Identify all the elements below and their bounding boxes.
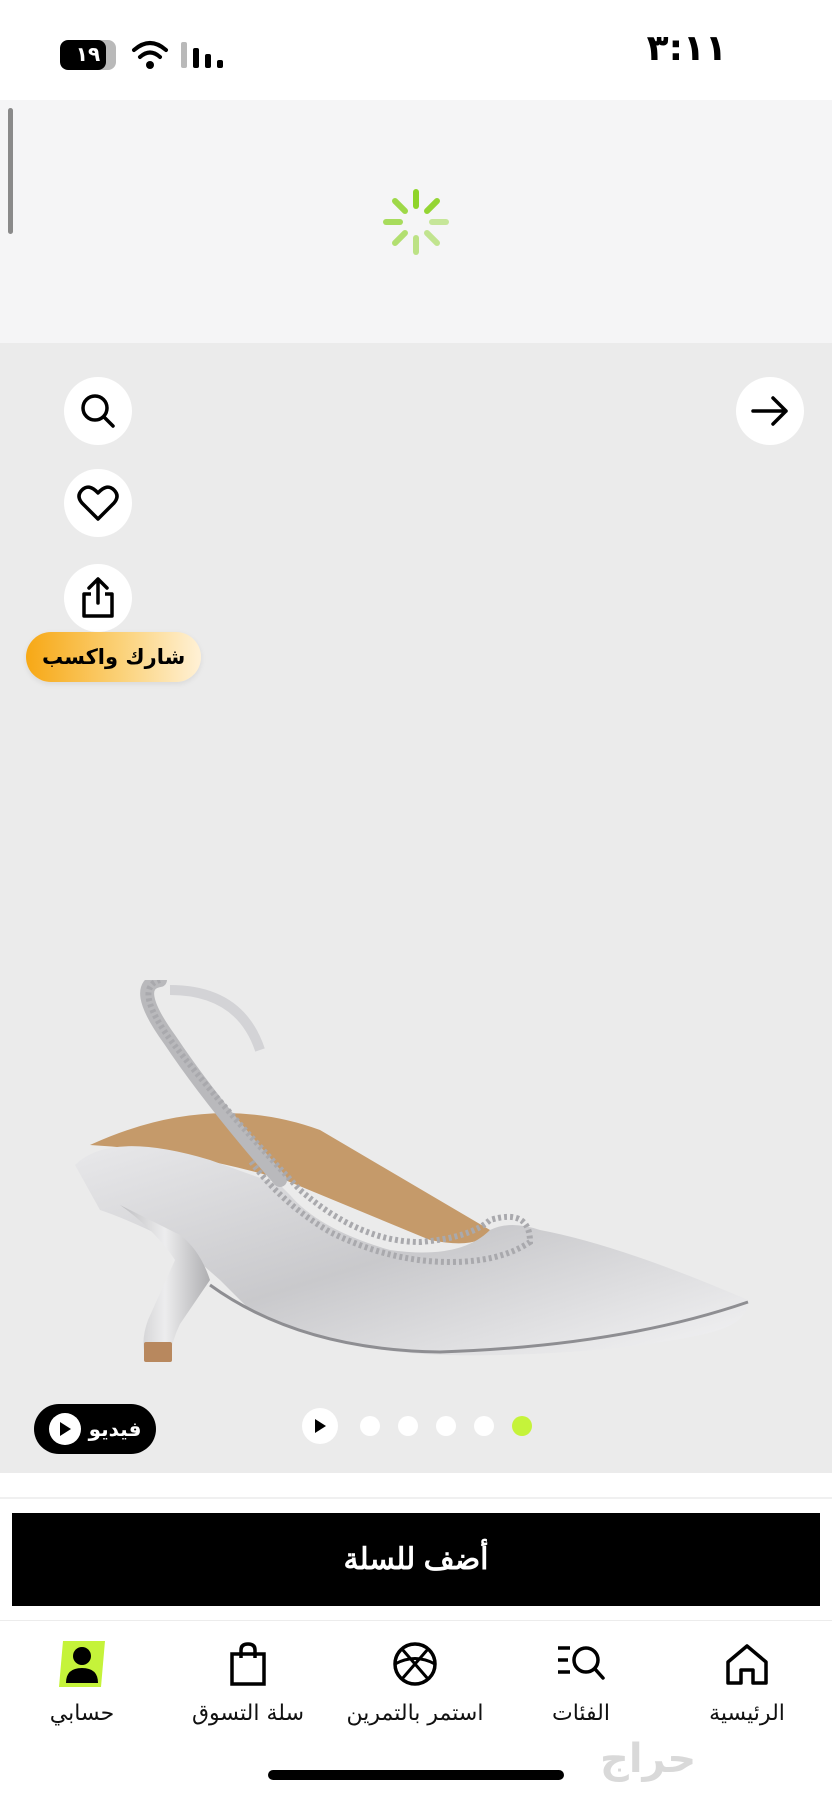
search-icon — [81, 394, 115, 428]
basketball-icon — [388, 1637, 442, 1691]
categories-search-icon — [554, 1637, 608, 1691]
watermark-logo: حراج — [600, 1736, 697, 1782]
wifi-icon — [132, 41, 168, 69]
search-button[interactable] — [64, 377, 132, 445]
share-button[interactable] — [64, 564, 132, 632]
cellular-signal-icon — [181, 42, 223, 68]
share-icon — [82, 577, 114, 618]
pagination-dot-active[interactable] — [512, 1416, 532, 1436]
play-icon — [48, 1413, 81, 1445]
home-icon — [720, 1637, 774, 1691]
battery-icon: ١٩ — [60, 40, 116, 70]
nav-label-home: الرئيسية — [709, 1701, 785, 1726]
share-and-earn-badge[interactable]: شارك واكسب — [26, 632, 202, 682]
scroll-indicator[interactable] — [8, 108, 13, 234]
pagination-dot[interactable] — [436, 1416, 456, 1436]
nav-label-categories: الفئات — [552, 1701, 610, 1726]
status-time: ٣:١١ — [646, 28, 727, 69]
back-button[interactable] — [736, 377, 804, 445]
shopping-bag-icon — [221, 1637, 275, 1691]
heart-icon — [77, 485, 119, 521]
pagination-dot[interactable] — [398, 1416, 418, 1436]
nav-item-cart[interactable]: سلة التسوق — [173, 1637, 323, 1726]
loading-spinner-icon — [383, 189, 449, 255]
nav-label-cart: سلة التسوق — [191, 1701, 305, 1726]
pagination-dot[interactable] — [474, 1416, 494, 1436]
nav-item-account[interactable]: حسابي — [7, 1637, 157, 1726]
battery-level: ١٩ — [75, 42, 101, 66]
video-slide-play-icon[interactable] — [302, 1408, 338, 1444]
add-to-cart-button[interactable]: أضف للسلة — [12, 1513, 820, 1606]
product-shoe-image — [75, 980, 749, 1362]
wishlist-button[interactable] — [64, 469, 132, 537]
divider — [0, 1497, 832, 1499]
nav-item-home[interactable]: الرئيسية — [672, 1637, 822, 1726]
gallery-pagination — [302, 1408, 532, 1444]
pagination-dot[interactable] — [360, 1416, 380, 1436]
user-icon — [55, 1637, 109, 1691]
status-bar: ١٩ ٣:١١ — [0, 0, 832, 100]
video-button[interactable]: فيديو — [34, 1404, 156, 1454]
nav-label-training: استمر بالتمرين — [346, 1701, 484, 1726]
arrow-right-icon — [751, 396, 788, 426]
nav-label-account: حسابي — [49, 1701, 115, 1726]
home-indicator[interactable] — [268, 1770, 564, 1780]
nav-item-categories[interactable]: الفئات — [506, 1637, 656, 1726]
nav-item-training[interactable]: استمر بالتمرين — [340, 1637, 490, 1726]
video-label: فيديو — [88, 1417, 142, 1441]
